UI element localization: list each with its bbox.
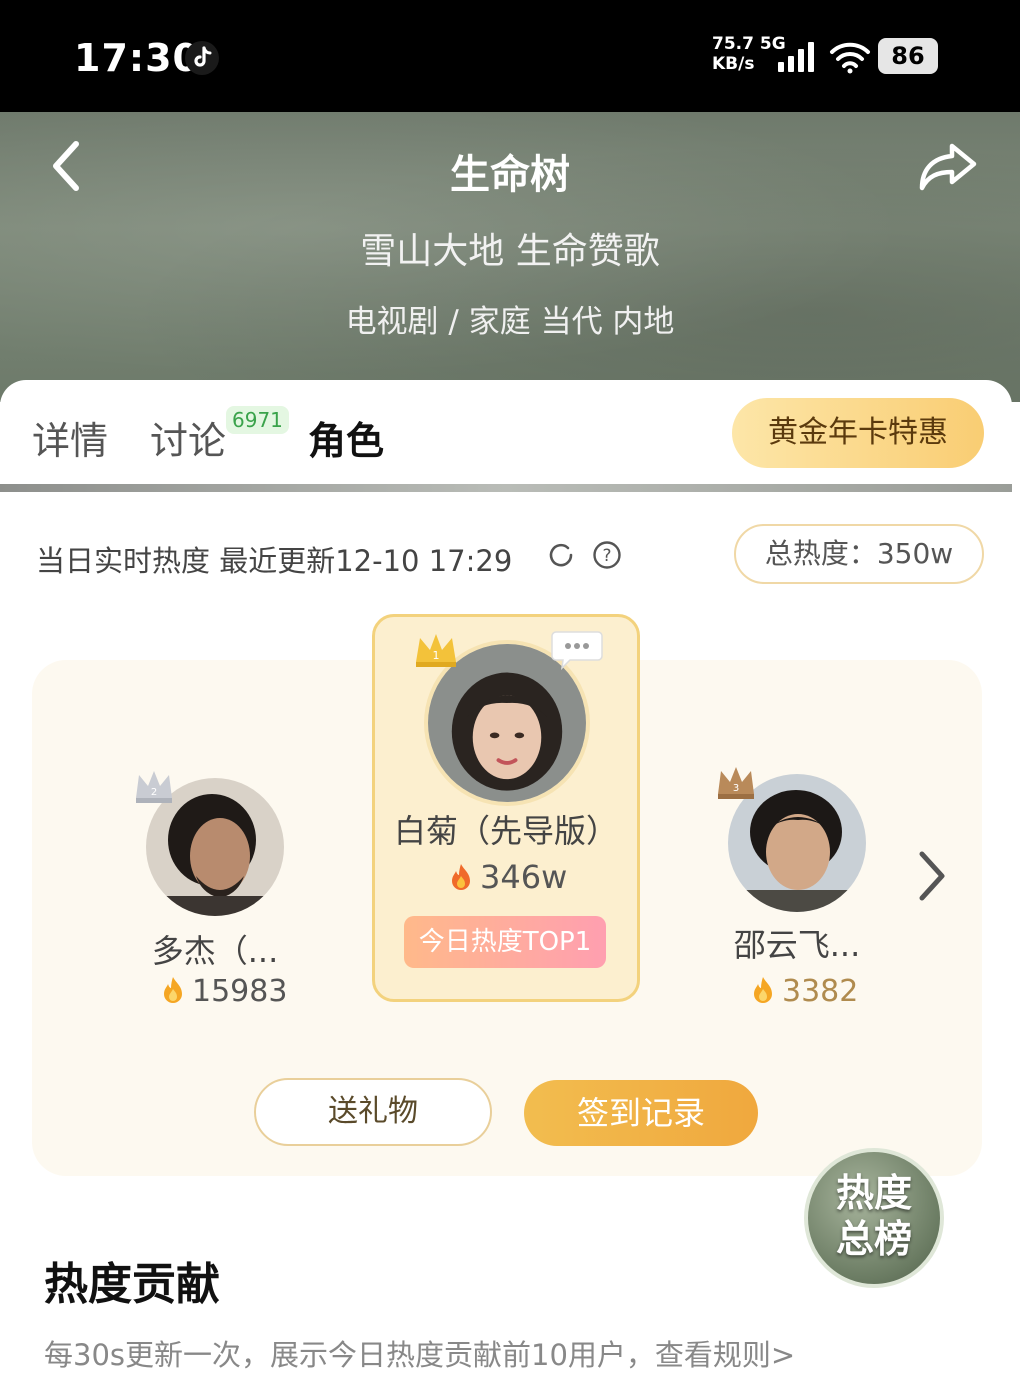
tab-roles[interactable]: 角色 — [308, 410, 384, 465]
tiktok-icon — [185, 41, 219, 75]
send-gift-button[interactable]: 送礼物 — [254, 1078, 492, 1146]
rank-1-name: 白菊（先导版） — [393, 812, 618, 850]
rank-2-heat-value: 15983 — [192, 974, 288, 1009]
page-title: 生命树 — [450, 152, 570, 198]
wifi-icon — [830, 42, 870, 74]
net-speed-value: 75.7 — [712, 34, 754, 54]
rank-3-heat: 3382 — [750, 974, 858, 1009]
rank-1-heat-value: 346w — [480, 858, 568, 896]
network-speed: 75.7 5G KB/s — [712, 34, 786, 74]
flame-icon — [452, 864, 470, 890]
status-bar: 17:30 75.7 5G KB/s 86 — [0, 0, 1020, 112]
svg-text:?: ? — [602, 546, 611, 566]
contribution-title: 热度贡献 — [44, 1259, 220, 1310]
svg-text:1: 1 — [433, 649, 440, 662]
flame-icon — [754, 977, 772, 1003]
message-bubble-icon[interactable] — [550, 628, 604, 670]
discussion-count-badge: 6971 — [226, 406, 289, 434]
svg-text:3: 3 — [733, 783, 739, 794]
total-heat-badge: 总热度：350w — [734, 524, 984, 584]
crown-rank-1-icon: 1 — [416, 634, 456, 667]
tab-discussion[interactable]: 讨论 — [150, 410, 226, 465]
contribution-description[interactable]: 每30s更新一次，展示今日热度贡献前10用户，查看规则> — [44, 1332, 795, 1374]
rank-2-name: 多杰（... — [151, 932, 279, 970]
chevron-right-icon[interactable] — [912, 848, 952, 904]
show-slogan: 雪山大地 生命赞歌 — [360, 231, 660, 272]
float-button-line2: 总榜 — [835, 1217, 912, 1261]
crown-rank-2-icon: 2 — [136, 771, 172, 803]
rank-3-name: 邵云飞... — [733, 926, 861, 964]
total-heat-ranking-button[interactable]: 热度 总榜 — [804, 1148, 944, 1288]
realtime-heat-label: 当日实时热度 最近更新12-10 17:29 — [36, 544, 513, 578]
status-time: 17:30 — [74, 36, 200, 80]
checkin-record-button[interactable]: 签到记录 — [524, 1080, 758, 1146]
share-icon[interactable] — [916, 138, 980, 194]
float-button-line1: 热度 — [835, 1171, 912, 1215]
crown-rank-3-icon: 3 — [718, 767, 754, 799]
rank-2-heat: 15983 — [160, 974, 287, 1009]
signal-icon — [778, 42, 814, 72]
net-unit: KB/s — [712, 54, 755, 74]
flame-icon — [164, 977, 182, 1003]
gold-annual-card-button[interactable]: 黄金年卡特惠 — [732, 398, 984, 468]
battery-indicator: 86 — [878, 38, 938, 74]
rank-3-heat-value: 3382 — [782, 974, 859, 1009]
today-top1-badge: 今日热度TOP1 — [404, 916, 606, 968]
header-bottom-strip — [0, 484, 1012, 492]
svg-text:2: 2 — [151, 787, 157, 798]
refresh-icon[interactable] — [546, 540, 576, 570]
rank-1-heat: 346w — [448, 858, 567, 896]
show-genre: 电视剧 / 家庭 当代 内地 — [345, 304, 675, 340]
help-icon[interactable]: ? — [592, 540, 622, 570]
tab-details[interactable]: 详情 — [32, 410, 108, 465]
